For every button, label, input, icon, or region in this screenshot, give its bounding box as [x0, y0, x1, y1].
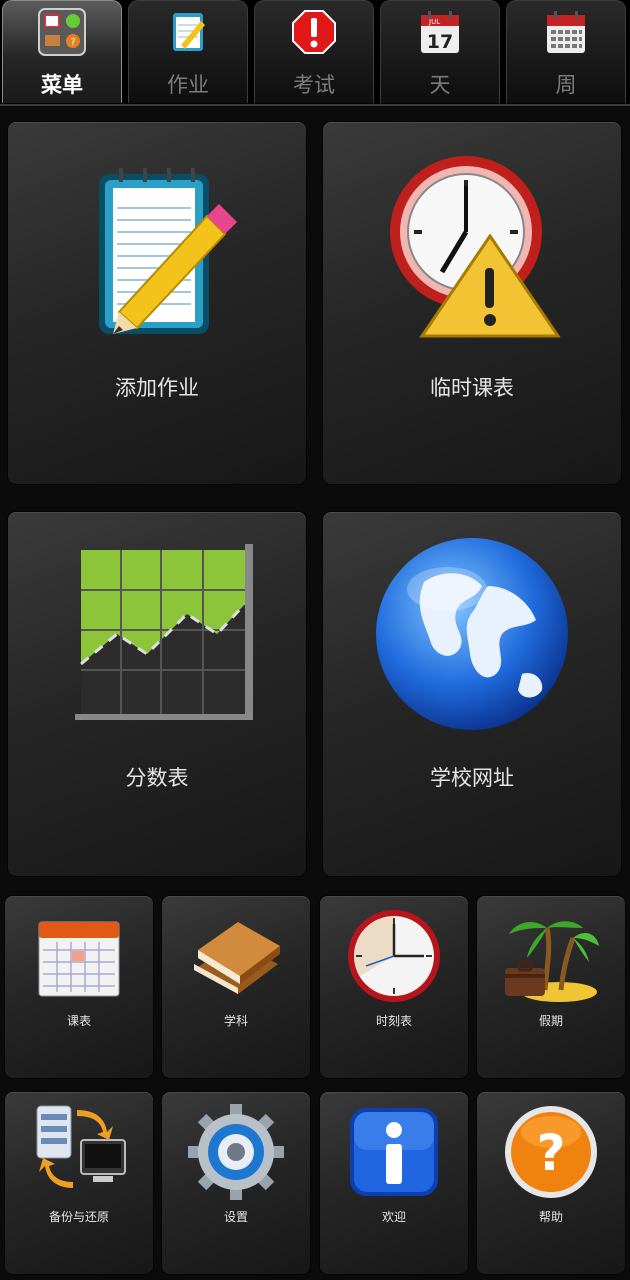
svg-text:?: ?	[536, 1124, 565, 1182]
help-tile[interactable]: ? 帮助	[477, 1092, 625, 1274]
notepad-icon	[173, 13, 205, 51]
exam-alert-icon	[292, 10, 336, 54]
calendar-day: 17	[427, 31, 453, 53]
add-homework-tile[interactable]: 添加作业	[8, 122, 306, 484]
holidays-label: 假期	[538, 1014, 563, 1028]
temporary-schedule-label: 临时课表	[430, 376, 514, 400]
tab-day-label: 天	[429, 73, 451, 97]
welcome-tile[interactable]: 欢迎	[320, 1092, 468, 1274]
tab-homework-label: 作业	[167, 73, 209, 97]
school-website-label: 学校网址	[430, 766, 514, 790]
clock-icon	[348, 910, 440, 1002]
menu-icon: ?	[38, 8, 86, 56]
tab-day[interactable]: JUL 17 天	[380, 0, 500, 103]
gear-icon	[188, 1104, 284, 1200]
week-calendar-icon	[547, 11, 585, 53]
info-icon	[350, 1108, 438, 1196]
bell-schedule-tile[interactable]: 时刻表	[320, 896, 468, 1078]
add-homework-label: 添加作业	[115, 376, 199, 400]
subjects-tile[interactable]: 学科	[162, 896, 310, 1078]
tab-bar: ? 菜单 作业 考试 JUL 17 天 周	[0, 0, 630, 106]
bell-schedule-label: 时刻表	[375, 1014, 412, 1028]
day-calendar-icon: JUL 17	[421, 11, 459, 53]
calendar-month: JUL	[428, 18, 440, 26]
clock-warning-icon	[390, 156, 561, 338]
score-table-tile[interactable]: 分数表	[8, 512, 306, 876]
score-table-label: 分数表	[125, 766, 189, 790]
tab-exam-label: 考试	[293, 73, 335, 97]
tab-menu[interactable]: ? 菜单	[2, 0, 122, 103]
tab-homework[interactable]: 作业	[128, 0, 248, 103]
settings-label: 设置	[223, 1210, 248, 1224]
backup-restore-label: 备份与还原	[48, 1210, 109, 1224]
welcome-label: 欢迎	[381, 1210, 406, 1224]
svg-text:?: ?	[70, 37, 75, 48]
tab-week-label: 周	[555, 73, 577, 97]
backup-restore-icon	[36, 1105, 126, 1188]
settings-tile[interactable]: 设置	[162, 1092, 310, 1274]
school-website-tile[interactable]: 学校网址	[323, 512, 621, 876]
help-icon: ?	[505, 1106, 597, 1198]
tab-week[interactable]: 周	[506, 0, 626, 103]
holidays-tile[interactable]: 假期	[477, 896, 625, 1078]
globe-icon	[376, 538, 568, 730]
timetable-label: 课表	[66, 1014, 91, 1028]
subjects-label: 学科	[223, 1014, 248, 1028]
palm-island-icon	[505, 921, 599, 1002]
notepad-pencil-icon	[99, 168, 237, 334]
backup-restore-tile[interactable]: 备份与还原	[5, 1092, 153, 1274]
books-icon	[194, 922, 280, 994]
tab-menu-label: 菜单	[41, 73, 83, 97]
temporary-schedule-tile[interactable]: 临时课表	[323, 122, 621, 484]
timetable-tile[interactable]: 课表	[5, 896, 153, 1078]
help-label: 帮助	[538, 1210, 563, 1224]
tab-exam[interactable]: 考试	[254, 0, 374, 103]
timetable-calendar-icon	[38, 921, 120, 997]
score-chart-icon	[75, 544, 253, 720]
